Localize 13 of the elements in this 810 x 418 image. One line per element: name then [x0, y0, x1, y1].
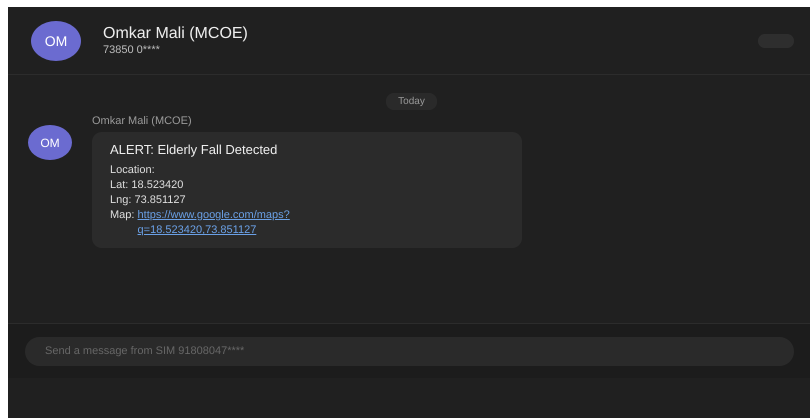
avatar: OM [28, 125, 72, 160]
avatar: OM [31, 20, 81, 60]
message-title: ALERT: Elderly Fall Detected [110, 142, 278, 157]
date-separator: Today [386, 93, 437, 110]
message-field[interactable]: Send a message from SIM 91808047**** [25, 336, 794, 366]
message-line: Map: https://www.google.com/maps?q=18.523420,73.851127 [110, 208, 390, 238]
sender-name: Omkar Mali (MCOE) [92, 115, 193, 127]
contact-number: 73850 0**** [103, 44, 161, 56]
map-link[interactable]: https://www.google.com/maps?q=18.523420,73.851127 [138, 208, 328, 238]
message-line: Location: [110, 163, 156, 178]
message-line: Lat: 18.523420 [110, 178, 184, 193]
contact-name: Omkar Mali (MCOE) [103, 25, 249, 43]
message-line: Lng: 73.851127 [110, 193, 187, 208]
